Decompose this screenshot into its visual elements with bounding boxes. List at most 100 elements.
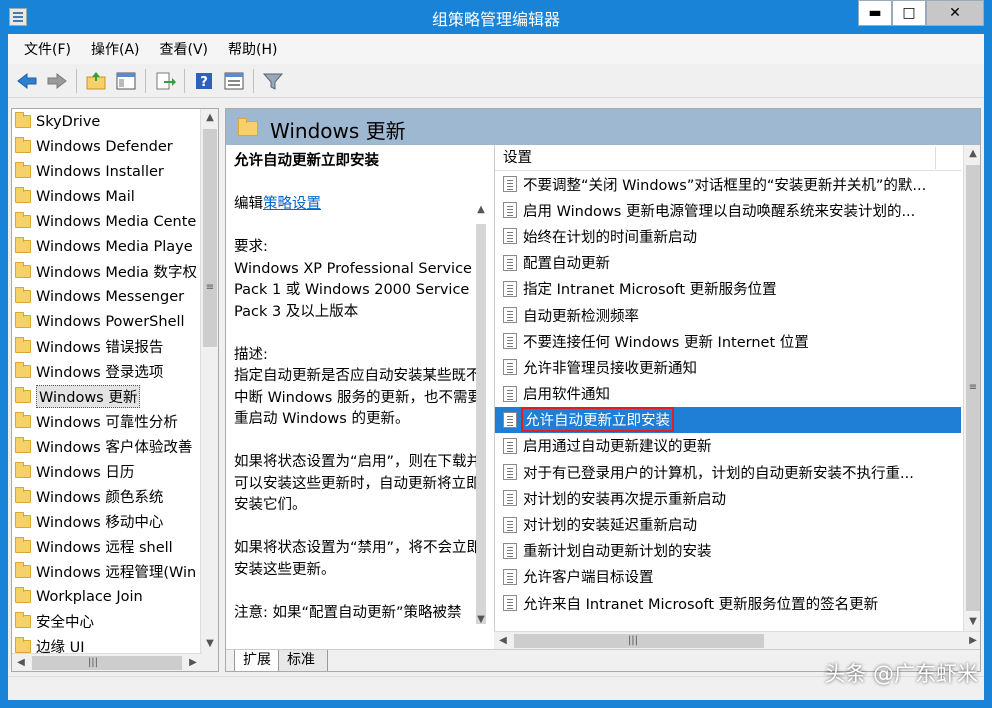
tree-item[interactable]: Windows 远程管理(Win xyxy=(12,559,198,584)
close-button[interactable]: ✕ xyxy=(926,0,984,26)
tree-item-label: Windows 客户体验改善 xyxy=(36,440,193,456)
settings-horizontal-scrollbar[interactable]: ◀ ||| ▶ xyxy=(494,631,980,650)
description-scrollbar[interactable]: ▲ ▼ xyxy=(472,149,490,629)
tree-item[interactable]: Windows 错误报告 xyxy=(12,334,198,359)
up-folder-icon[interactable] xyxy=(83,68,109,94)
tree-item[interactable]: Windows 日历 xyxy=(12,459,198,484)
scrollbar-thumb[interactable] xyxy=(203,129,217,347)
policy-setting-icon xyxy=(503,280,517,297)
minimize-button[interactable]: ▬ xyxy=(858,0,892,26)
settings-rows: 不要调整“关闭 Windows”对话框里的“安装更新并关机”的默... 启用 Wi… xyxy=(495,171,961,616)
setting-label: 允许来自 Intranet Microsoft 更新服务位置的签名更新 xyxy=(523,596,879,613)
tree-item[interactable]: Windows PowerShell xyxy=(12,309,198,334)
show-hide-tree-icon[interactable] xyxy=(113,68,139,94)
back-arrow-icon[interactable] xyxy=(14,68,40,94)
setting-row[interactable]: 重新计划自动更新计划的安装 xyxy=(495,538,961,564)
setting-row[interactable]: 不要调整“关闭 Windows”对话框里的“安装更新并关机”的默... xyxy=(495,171,961,197)
tree-item[interactable]: Windows 移动中心 xyxy=(12,509,198,534)
setting-row[interactable]: 对计划的安装再次提示重新启动 xyxy=(495,485,961,511)
setting-label: 对计划的安装延迟重新启动 xyxy=(523,518,697,535)
tree-item[interactable]: Windows 颜色系统 xyxy=(12,484,198,509)
setting-label: 始终在计划的时间重新启动 xyxy=(523,229,697,246)
setting-row[interactable]: 启用软件通知 xyxy=(495,381,961,407)
scroll-up-icon[interactable]: ▲ xyxy=(964,145,980,163)
folder-icon xyxy=(15,312,31,328)
tree-item-label: Windows Installer xyxy=(36,163,164,180)
setting-row[interactable]: 允许自动更新立即安装 xyxy=(495,406,961,433)
tree-item-label: Windows Mail xyxy=(36,188,135,205)
edit-line: 编辑策略设置 xyxy=(234,194,485,216)
scroll-left-icon[interactable]: ◀ xyxy=(12,654,30,671)
setting-row[interactable]: 允许非管理员接收更新通知 xyxy=(495,354,961,380)
setting-row[interactable]: 指定 Intranet Microsoft 更新服务位置 xyxy=(495,276,961,302)
setting-row[interactable]: 始终在计划的时间重新启动 xyxy=(495,223,961,249)
filter-icon[interactable] xyxy=(260,68,286,94)
scroll-down-icon[interactable]: ▼ xyxy=(201,635,218,653)
menu-view[interactable]: 查看(V) xyxy=(150,39,219,59)
tree-item-label: Windows 远程管理(Win xyxy=(36,565,197,581)
title-bar[interactable]: 组策略管理编辑器 ▬ □ ✕ xyxy=(0,0,992,34)
tab-standard[interactable]: 标准 xyxy=(278,650,328,671)
folder-icon xyxy=(15,487,31,503)
setting-row[interactable]: 对计划的安装延迟重新启动 xyxy=(495,511,961,537)
tree-item[interactable]: Windows Media Playe xyxy=(12,234,198,259)
tree-item[interactable]: SkyDrive xyxy=(12,109,198,134)
export-list-icon[interactable] xyxy=(152,68,178,94)
tree-item[interactable]: Windows Messenger xyxy=(12,284,198,309)
scrollbar-thumb[interactable] xyxy=(476,224,486,624)
setting-row[interactable]: 配置自动更新 xyxy=(495,250,961,276)
tree-item[interactable]: Windows Defender xyxy=(12,134,198,159)
tree-item[interactable]: Windows Installer xyxy=(12,159,198,184)
maximize-button[interactable]: □ xyxy=(892,0,926,26)
tree-item[interactable]: Windows 远程 shell xyxy=(12,534,198,559)
folder-icon xyxy=(15,612,31,628)
setting-row[interactable]: 启用 Windows 更新电源管理以自动唤醒系统来安装计划的... xyxy=(495,197,961,223)
menu-file[interactable]: 文件(F) xyxy=(14,39,81,59)
menu-help[interactable]: 帮助(H) xyxy=(218,39,287,59)
setting-row[interactable]: 允许客户端目标设置 xyxy=(495,564,961,590)
tree-pane[interactable]: SkyDrive Windows Defender Windows Installe… xyxy=(11,108,219,672)
help-icon[interactable]: ? xyxy=(191,68,217,94)
forward-arrow-icon[interactable] xyxy=(44,68,70,94)
scroll-right-icon[interactable]: ▶ xyxy=(964,632,980,650)
setting-row[interactable]: 启用通过自动更新建议的更新 xyxy=(495,433,961,459)
tree-item[interactable]: Windows 可靠性分析 xyxy=(12,409,198,434)
setting-row[interactable]: 不要连接任何 Windows 更新 Internet 位置 xyxy=(495,328,961,354)
tree-item[interactable]: 安全中心 xyxy=(12,609,198,634)
tree-vertical-scrollbar[interactable]: ▲ ≡ ▼ xyxy=(200,109,218,671)
scroll-up-icon[interactable]: ▲ xyxy=(201,109,218,127)
scroll-down-icon[interactable]: ▼ xyxy=(964,613,980,631)
tree-item[interactable]: Windows Media Cente xyxy=(12,209,198,234)
settings-vertical-scrollbar[interactable]: ▲ ≡ ▼ xyxy=(963,145,980,631)
column-header-setting[interactable]: 设置 xyxy=(495,145,961,171)
properties-icon[interactable] xyxy=(221,68,247,94)
setting-label: 重新计划自动更新计划的安装 xyxy=(523,544,712,561)
setting-row[interactable]: 自动更新检测频率 xyxy=(495,302,961,328)
scroll-right-icon[interactable]: ▶ xyxy=(184,654,202,671)
setting-row[interactable]: 对于有已登录用户的计算机，计划的自动更新安装不执行重... xyxy=(495,459,961,485)
folder-icon xyxy=(15,237,31,253)
folder-icon xyxy=(15,387,31,403)
tree-item[interactable]: Windows Mail xyxy=(12,184,198,209)
tree-item[interactable]: Windows 登录选项 xyxy=(12,359,198,384)
tab-extended[interactable]: 扩展 xyxy=(234,650,284,671)
settings-list: 设置 不要调整“关闭 Windows”对话框里的“安装更新并关机”的默... 启用… xyxy=(494,145,980,631)
tree-item-label: SkyDrive xyxy=(36,113,101,130)
setting-row[interactable]: 允许来自 Intranet Microsoft 更新服务位置的签名更新 xyxy=(495,590,961,616)
enabled-text: 如果将状态设置为“启用”，则在下载并可以安装这些更新时，自动更新将立即安装它们。 xyxy=(234,454,482,513)
tree-item[interactable]: Workplace Join xyxy=(12,584,198,609)
tree-item[interactable]: Windows Media 数字权 xyxy=(12,259,198,284)
setting-label: 自动更新检测频率 xyxy=(523,308,639,325)
setting-label: 对计划的安装再次提示重新启动 xyxy=(523,491,726,508)
scroll-down-icon[interactable]: ▼ xyxy=(472,611,490,629)
scroll-up-icon[interactable]: ▲ xyxy=(472,201,490,219)
menu-action[interactable]: 操作(A) xyxy=(81,39,150,59)
grip-icon: ||| xyxy=(627,635,639,646)
scroll-left-icon[interactable]: ◀ xyxy=(494,632,512,650)
h-scrollbar-thumb[interactable] xyxy=(32,656,182,670)
tree-item[interactable]: Windows 更新 xyxy=(12,384,198,409)
tree-horizontal-scrollbar[interactable]: ◀ ||| ▶ xyxy=(12,653,202,671)
tree-item[interactable]: Windows 客户体验改善 xyxy=(12,434,198,459)
policy-settings-link[interactable]: 策略设置 xyxy=(263,196,321,212)
folder-icon xyxy=(15,537,31,553)
